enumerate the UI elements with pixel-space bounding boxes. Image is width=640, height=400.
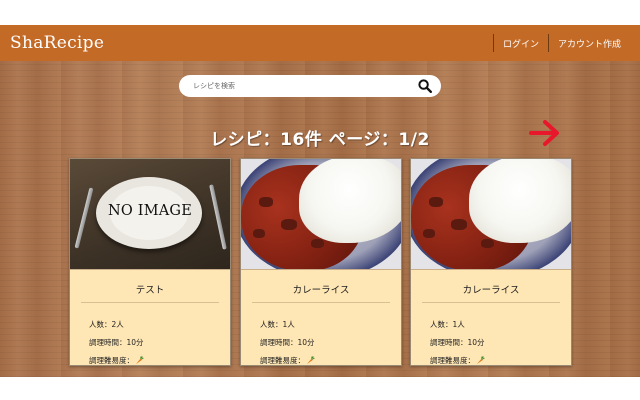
time-label: 調理時間：10分 bbox=[260, 337, 315, 347]
time-label: 調理時間：10分 bbox=[89, 337, 144, 347]
recipe-image bbox=[241, 159, 401, 270]
no-image-label: NO IMAGE bbox=[108, 203, 192, 219]
meat-chunk bbox=[281, 219, 297, 230]
recipe-card[interactable]: NO IMAGE テスト 人数：2人 調理時間：10分 調理難易度： bbox=[69, 158, 231, 366]
carrot-icon bbox=[476, 355, 485, 365]
difficulty-text: 調理難易度： bbox=[411, 351, 571, 369]
meat-chunk bbox=[423, 229, 435, 238]
login-link[interactable]: ログイン bbox=[492, 34, 548, 52]
servings-label: 人数：2人 bbox=[89, 319, 124, 329]
meat-chunk bbox=[429, 197, 443, 207]
difficulty-label: 調理難易度： bbox=[89, 355, 134, 365]
meat-chunk bbox=[253, 229, 265, 238]
recipe-title: テスト bbox=[135, 285, 165, 296]
meat-chunk bbox=[481, 239, 494, 248]
servings-text: 人数：2人 bbox=[70, 315, 230, 333]
header-nav: ログイン アカウント作成 bbox=[492, 25, 630, 61]
time-text: 調理時間：10分 bbox=[411, 333, 571, 351]
servings-label: 人数：1人 bbox=[260, 319, 295, 329]
recipe-card[interactable]: カレーライス 人数：1人 調理時間：10分 調理難易度： bbox=[410, 158, 572, 366]
rice-illustration bbox=[469, 159, 571, 243]
difficulty-label: 調理難易度： bbox=[430, 355, 475, 365]
meat-chunk bbox=[451, 219, 467, 230]
wood-background: レシピ：16件 ページ：1/2 NO IMAGE テスト 人数：2人 調理時間：… bbox=[0, 61, 640, 377]
arrow-right-icon[interactable] bbox=[528, 118, 562, 148]
recipe-image bbox=[411, 159, 571, 270]
brand-logo[interactable]: ShaRecipe bbox=[10, 33, 104, 53]
servings-label: 人数：1人 bbox=[430, 319, 465, 329]
difficulty-text: 調理難易度： bbox=[70, 351, 230, 369]
recipe-title: カレーライス bbox=[462, 285, 520, 296]
difficulty-text: 調理難易度： bbox=[241, 351, 401, 369]
search-input[interactable] bbox=[193, 82, 417, 90]
header-bar: ShaRecipe ログイン アカウント作成 bbox=[0, 25, 640, 61]
servings-text: 人数：1人 bbox=[411, 315, 571, 333]
page: ShaRecipe ログイン アカウント作成 レシピ：16件 ページ：1/2 bbox=[0, 0, 640, 400]
recipe-image-placeholder: NO IMAGE bbox=[70, 159, 230, 270]
time-text: 調理時間：10分 bbox=[241, 333, 401, 351]
time-label: 調理時間：10分 bbox=[430, 337, 485, 347]
carrot-icon bbox=[306, 355, 315, 365]
meat-chunk bbox=[311, 239, 324, 248]
search-bar bbox=[179, 75, 441, 97]
recipe-title: カレーライス bbox=[292, 285, 350, 296]
recipe-card[interactable]: カレーライス 人数：1人 調理時間：10分 調理難易度： bbox=[240, 158, 402, 366]
carrot-icon bbox=[135, 355, 144, 365]
rice-illustration bbox=[299, 159, 401, 243]
servings-text: 人数：1人 bbox=[241, 315, 401, 333]
time-text: 調理時間：10分 bbox=[70, 333, 230, 351]
meat-chunk bbox=[259, 197, 273, 207]
signup-link[interactable]: アカウント作成 bbox=[547, 34, 630, 52]
difficulty-label: 調理難易度： bbox=[260, 355, 305, 365]
search-icon[interactable] bbox=[417, 78, 433, 94]
